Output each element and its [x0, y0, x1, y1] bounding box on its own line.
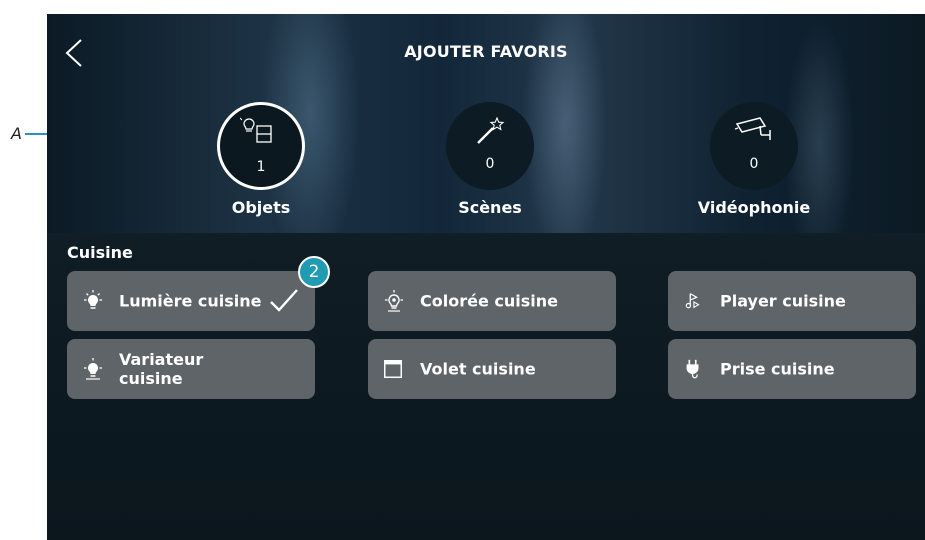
plug-icon — [686, 359, 699, 379]
section-title: Cuisine — [67, 243, 133, 262]
tile-volet-cuisine-label: Volet cuisine — [420, 359, 536, 379]
dimmer-bulb-icon — [84, 358, 102, 380]
tab-videophonie-circle: 0 — [710, 102, 798, 190]
tab-objets-count: 1 — [256, 159, 266, 175]
check-icon — [270, 289, 298, 312]
tab-objets-label: Objets — [231, 198, 291, 217]
tile-variateur-cuisine[interactable]: Variateur cuisine — [67, 339, 315, 399]
tile-variateur-cuisine-label: Variateur cuisine — [119, 350, 204, 388]
tile-coloree-cuisine-label: Colorée cuisine — [420, 291, 558, 311]
page-title: AJOUTER FAVORIS — [404, 42, 568, 61]
tile-volet-cuisine[interactable]: Volet cuisine — [368, 339, 616, 399]
tab-objets-circle: 1 — [217, 102, 305, 190]
tile-player-cuisine-label: Player cuisine — [720, 291, 846, 311]
tile-prise-cuisine-label: Prise cuisine — [720, 359, 835, 379]
bulb-shutter-icon — [240, 117, 272, 143]
shutter-icon — [384, 360, 402, 378]
callout-label-a: A — [11, 124, 22, 143]
tile-coloree-cuisine[interactable]: Colorée cuisine — [368, 271, 616, 331]
tab-scenes-circle: 0 — [446, 102, 534, 190]
music-note-icon — [685, 293, 700, 309]
magic-wand-icon — [477, 116, 505, 144]
tab-videophonie-label: Vidéophonie — [697, 198, 811, 217]
tab-videophonie[interactable]: 0 Vidéophonie — [664, 102, 844, 217]
step-badge: 2 — [298, 256, 330, 288]
light-bulb-icon — [84, 290, 102, 309]
tile-player-cuisine[interactable]: Player cuisine — [668, 271, 916, 331]
tab-videophonie-count: 0 — [749, 156, 759, 172]
app-screen: AJOUTER FAVORIS 1 Objets 0 Scènes 0 Vidé… — [47, 14, 925, 540]
tile-lumiere-cuisine[interactable]: Lumière cuisine — [67, 271, 315, 331]
tab-scenes[interactable]: 0 Scènes — [400, 102, 580, 217]
tab-scenes-count: 0 — [485, 156, 495, 172]
tab-objets[interactable]: 1 Objets — [171, 102, 351, 217]
color-light-icon — [385, 290, 403, 312]
tab-scenes-label: Scènes — [458, 198, 522, 217]
security-camera-icon — [734, 117, 771, 140]
tile-prise-cuisine[interactable]: Prise cuisine — [668, 339, 916, 399]
header: AJOUTER FAVORIS 1 Objets 0 Scènes 0 Vidé… — [47, 14, 925, 233]
